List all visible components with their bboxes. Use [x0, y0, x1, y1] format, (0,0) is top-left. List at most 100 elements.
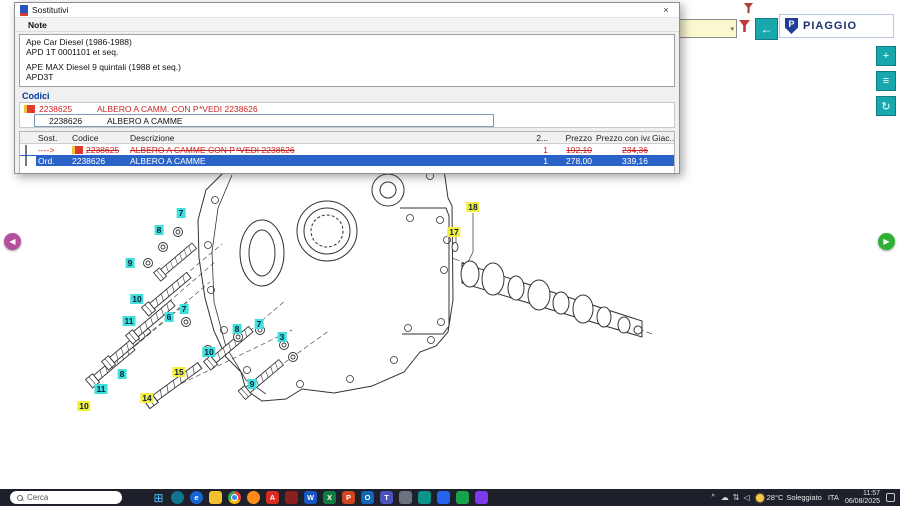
file-explorer-icon[interactable] [209, 491, 222, 504]
clock[interactable]: 11:57 06/08/2025 [845, 490, 880, 506]
excel-icon[interactable]: X [323, 491, 336, 504]
cell-desc: ALBERO A CAMME [130, 156, 236, 166]
plug-part [452, 213, 473, 262]
weather-temp: 28°C [767, 493, 784, 502]
part-callout-10[interactable]: 10 [77, 401, 90, 411]
start-icon[interactable]: ⊞ [152, 491, 165, 504]
side-toolbar: + ≡ ↻ [876, 46, 896, 116]
app-red-icon[interactable] [285, 491, 298, 504]
index-button[interactable]: ≡ [876, 71, 896, 91]
word-icon[interactable]: W [304, 491, 317, 504]
dialog-menubar: Note [15, 18, 679, 32]
dialog-titlebar[interactable]: Sostitutivi × [15, 3, 679, 18]
part-callout-7[interactable]: 7 [180, 304, 189, 314]
prev-page-button[interactable]: ◀ [4, 233, 21, 250]
tree-code: 2238626 [49, 116, 107, 126]
part-callout-9[interactable]: 9 [126, 258, 135, 268]
table-row-selected[interactable]: Ord. 2238626 ALBERO A CAMME 1 278,00 339… [20, 155, 674, 166]
row-checkbox[interactable] [25, 145, 27, 155]
refresh-button[interactable]: ↻ [876, 96, 896, 116]
col-giac: Giac... [650, 133, 674, 143]
part-callout-17[interactable]: 17 [447, 227, 460, 237]
part-callout-8[interactable]: 8 [233, 324, 242, 334]
col-prezzo: Prezzo [550, 133, 594, 143]
part-callout-15[interactable]: 15 [172, 367, 185, 377]
weather-widget[interactable]: 28°C Soleggiato [756, 493, 822, 502]
tray-chevron-icon[interactable]: ^ [711, 494, 714, 501]
cell-sost: Ord. [36, 156, 70, 166]
zoom-in-button[interactable]: + [876, 46, 896, 66]
app-green-icon[interactable] [456, 491, 469, 504]
weather-text: Soleggiato [786, 493, 821, 502]
chrome-icon[interactable] [228, 491, 241, 504]
part-callout-6[interactable]: 6 [165, 312, 174, 322]
language-indicator[interactable]: ITA [828, 493, 839, 502]
table-row[interactable]: ----> 2238625 ALBERO A CAMME CON P*VEDI … [20, 144, 674, 155]
note-code: APD3T [26, 72, 668, 82]
cell-note: *VEDI 2238626 [236, 145, 295, 155]
brand-panel: P PIAGGIO [779, 14, 894, 38]
network-icon[interactable]: ⇅ [733, 493, 740, 502]
part-callout-7[interactable]: 7 [255, 319, 264, 329]
cell-prezzo: 192,10 [550, 145, 594, 155]
superseded-flag-icon [72, 146, 83, 154]
clock-time: 11:57 [845, 490, 880, 498]
part-callout-9[interactable]: 9 [248, 379, 257, 389]
taskbar: Cerca ⊞ e A WXPOT ^ ☁ ⇅◁ 28°C Soleggiato ITA… [0, 489, 900, 506]
part-callout-7[interactable]: 7 [177, 208, 186, 218]
app-purple-icon[interactable] [475, 491, 488, 504]
next-page-button[interactable]: ▶ [878, 233, 895, 250]
tray-icons: ☁ ⇅◁ [721, 493, 750, 502]
outlook-icon[interactable]: O [361, 491, 374, 504]
part-callout-3[interactable]: 3 [278, 332, 287, 342]
part-callout-18[interactable]: 18 [466, 202, 479, 212]
firefox-icon[interactable] [247, 491, 260, 504]
app-teal-icon[interactable] [418, 491, 431, 504]
back-button[interactable]: ← [755, 18, 778, 40]
col-qty: 2... [526, 133, 550, 143]
cortana-icon[interactable] [171, 491, 184, 504]
parts-table: Sost. Codice Descrizione 2... Prezzo Pre… [19, 131, 675, 174]
row-checkbox[interactable] [25, 156, 27, 166]
col-descrizione: Descrizione [128, 133, 526, 143]
tree-row-superseded[interactable]: 2238625 ALBERO A CAMM. CON P *VEDI 22386… [20, 103, 674, 114]
acrobat-icon[interactable]: A [266, 491, 279, 504]
part-callout-11[interactable]: 11 [123, 316, 136, 326]
part-callout-11[interactable]: 11 [95, 384, 108, 394]
volume-icon[interactable]: ◁ [743, 493, 749, 502]
notification-icon[interactable] [886, 493, 895, 502]
close-icon[interactable]: × [658, 5, 674, 15]
screen: 7891011678111014151087391718 ▾ ← P PIAGG… [0, 0, 900, 506]
menu-note[interactable]: Note [28, 20, 47, 30]
system-tray: ^ ☁ ⇅◁ 28°C Soleggiato ITA 11:57 06/08/20… [711, 489, 895, 506]
app-blue-icon[interactable] [437, 491, 450, 504]
sun-icon [756, 494, 764, 502]
cloud-icon[interactable]: ☁ [721, 493, 729, 502]
table-header: Sost. Codice Descrizione 2... Prezzo Pre… [20, 132, 674, 144]
housing-outline [198, 146, 453, 401]
powerpoint-icon[interactable]: P [342, 491, 355, 504]
cell-prezzo-iva: 234,36 [594, 145, 650, 155]
codici-label: Codici [15, 89, 679, 102]
chevron-down-icon: ▾ [730, 25, 736, 33]
col-codice: Codice [70, 133, 128, 143]
part-callout-8[interactable]: 8 [155, 225, 164, 235]
cell-qty: 1 [526, 145, 550, 155]
brand-name: PIAGGIO [803, 20, 857, 32]
search-input[interactable]: Cerca [10, 491, 122, 504]
tree-row-replacement[interactable]: 2238626 ALBERO A CAMME [34, 114, 494, 127]
part-callout-8[interactable]: 8 [118, 369, 127, 379]
col-sost: Sost. [36, 133, 70, 143]
edge-icon[interactable]: e [190, 491, 203, 504]
note-model: Ape Car Diesel (1986-1988) [26, 37, 668, 47]
note-item: APE MAX Diesel 9 quintali (1988 et seq.)… [26, 62, 668, 82]
camshaft [461, 261, 642, 337]
clock-date: 06/08/2025 [845, 498, 880, 506]
part-callout-10[interactable]: 10 [202, 347, 215, 357]
alignment-lines [104, 244, 330, 394]
part-callout-14[interactable]: 14 [140, 393, 153, 403]
part-callout-10[interactable]: 10 [130, 294, 143, 304]
settings-icon[interactable] [399, 491, 412, 504]
teams-icon[interactable]: T [380, 491, 393, 504]
cell-code: 2238626 [70, 156, 128, 166]
